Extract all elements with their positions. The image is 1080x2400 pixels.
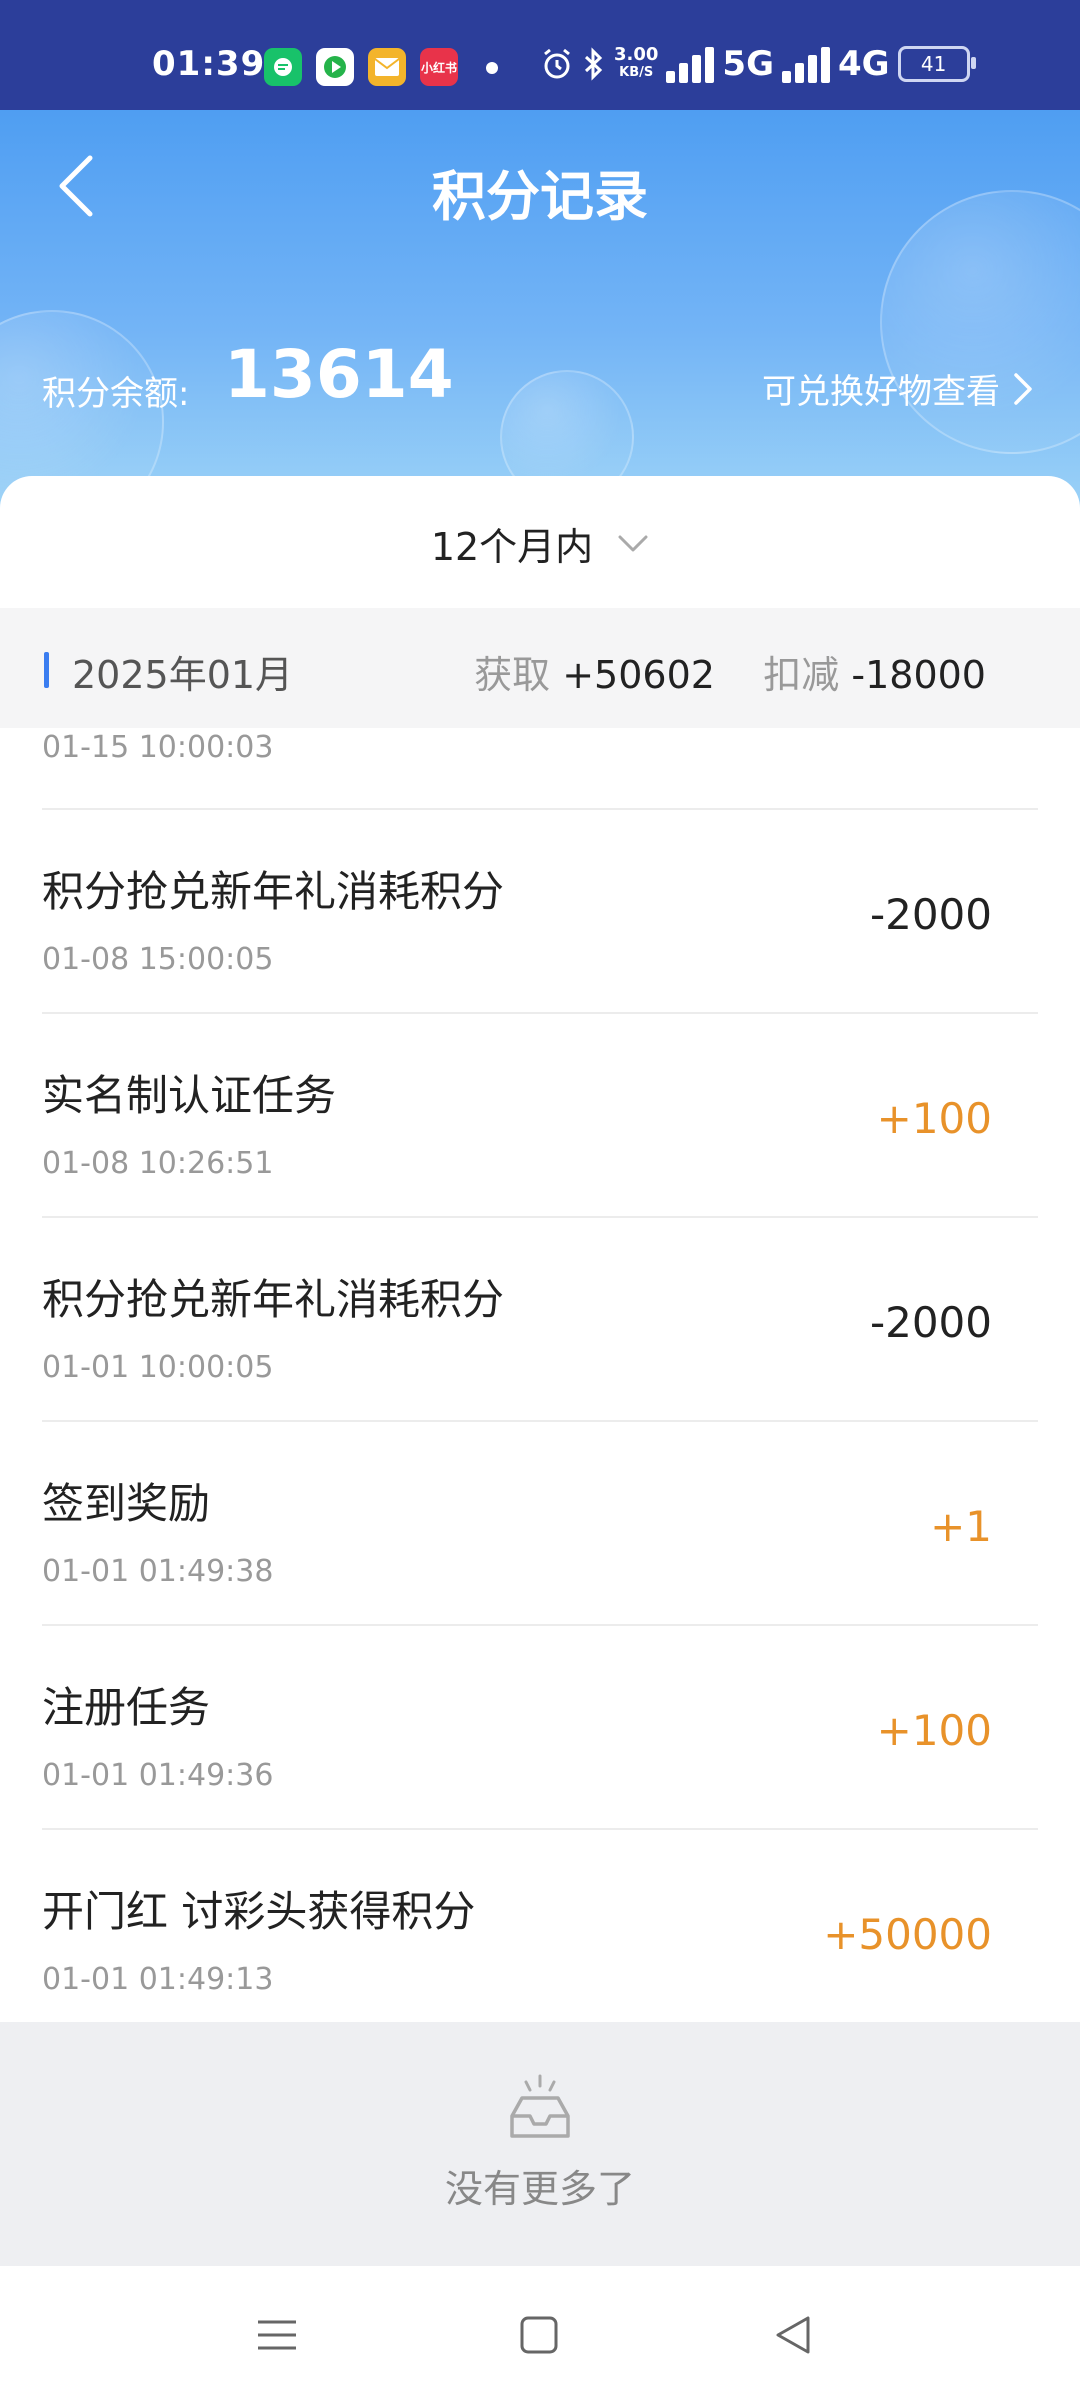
record-title: 开门红 讨彩头获得积分 — [42, 1887, 476, 1936]
record-time: 01-01 01:49:36 — [42, 1758, 274, 1793]
record-amount: -2000 — [869, 1298, 992, 1347]
net-speed: 3.00 KB/S — [614, 44, 659, 81]
record-title: 注册任务 — [42, 1683, 211, 1732]
record-item: 签到奖励 01-01 01:49:38 +1 — [42, 1420, 1038, 1624]
chevron-down-icon — [618, 535, 648, 551]
record-time: 01-01 10:00:05 — [42, 1350, 274, 1385]
more-notifications-dot — [486, 62, 498, 74]
nav-back-button[interactable] — [768, 2310, 818, 2360]
exchange-goods-label: 可兑换好物查看 — [762, 372, 1000, 412]
system-navigation-bar — [0, 2266, 1080, 2400]
chevron-right-icon — [1014, 372, 1032, 405]
record-time: 01-01 01:49:13 — [42, 1962, 274, 1997]
back-triangle-icon — [776, 2316, 810, 2354]
record-amount: +100 — [876, 1706, 992, 1755]
record-amount: +1 — [930, 1502, 992, 1551]
balance-value: 13614 — [224, 336, 454, 413]
time-range-label: 12个月内 — [430, 525, 594, 569]
home-square-icon — [520, 2316, 558, 2354]
month-summary-bar: 2025年01月 获取 +50602 扣减 -18000 — [0, 608, 1080, 728]
signal-bars-1-icon — [666, 45, 715, 83]
records-list: 积分抢兑新年礼消耗积分 01-08 15:00:05 -2000 实名制认证任务… — [0, 808, 1080, 2032]
partial-record-time: 01-15 10:00:03 — [42, 730, 274, 765]
time-range-filter[interactable]: 12个月内 — [0, 516, 1080, 571]
alarm-icon — [544, 48, 570, 79]
battery-icon: 41 — [897, 46, 976, 82]
record-item: 开门红 讨彩头获得积分 01-01 01:49:13 +50000 — [42, 1828, 1038, 2032]
bluetooth-icon — [584, 47, 603, 81]
video-app-icon — [316, 48, 354, 86]
no-more-footer: 没有更多了 — [0, 2022, 1080, 2266]
nav-menu-button[interactable] — [252, 2310, 302, 2360]
record-title: 签到奖励 — [42, 1479, 211, 1528]
chat-app-icon — [264, 48, 302, 86]
record-amount: +100 — [876, 1094, 992, 1143]
signal-bars-2-icon — [782, 45, 830, 83]
deduct-label: 扣减 — [763, 653, 840, 697]
record-title: 积分抢兑新年礼消耗积分 — [42, 1275, 505, 1324]
mail-app-icon — [368, 48, 406, 86]
record-title: 积分抢兑新年礼消耗积分 — [42, 867, 505, 916]
gain-value: +50602 — [562, 653, 715, 697]
record-item: 积分抢兑新年礼消耗积分 01-08 15:00:05 -2000 — [42, 808, 1038, 1012]
no-more-text: 没有更多了 — [444, 2167, 635, 2211]
record-item: 实名制认证任务 01-08 10:26:51 +100 — [42, 1012, 1038, 1216]
nav-home-button[interactable] — [514, 2310, 564, 2360]
status-time: 01:39 — [152, 44, 266, 84]
network-type-2: 4G — [838, 44, 890, 84]
status-bar: 01:39 小红书 3.00 KB/S 5G 4G 41 — [0, 0, 1080, 110]
exchange-goods-link[interactable]: 可兑换好物查看 — [762, 364, 1034, 413]
month-label: 2025年01月 — [72, 653, 294, 697]
record-item: 积分抢兑新年礼消耗积分 01-01 10:00:05 -2000 — [42, 1216, 1038, 1420]
page-title: 积分记录 — [432, 165, 648, 228]
record-time: 01-08 10:26:51 — [42, 1146, 274, 1181]
gain-label: 获取 — [474, 653, 551, 697]
deduct-value: -18000 — [851, 653, 986, 697]
balance-label: 积分余额: — [42, 374, 190, 414]
xiaohongshu-app-icon: 小红书 — [420, 48, 458, 86]
menu-icon — [258, 2320, 296, 2350]
record-time: 01-01 01:49:38 — [42, 1554, 274, 1589]
month-summary: 获取 +50602 扣减 -18000 — [474, 644, 986, 699]
record-amount: -2000 — [869, 890, 992, 939]
status-indicators: 3.00 KB/S 5G 4G 41 — [540, 44, 976, 84]
record-time: 01-08 15:00:05 — [42, 942, 274, 977]
points-header: 积分记录 积分余额: 13614 可兑换好物查看 — [0, 110, 1080, 510]
record-item: 注册任务 01-01 01:49:36 +100 — [42, 1624, 1038, 1828]
network-type-1: 5G — [722, 44, 774, 84]
notification-icons: 小红书 — [264, 48, 458, 86]
empty-box-icon — [510, 2074, 570, 2138]
record-amount: +50000 — [823, 1910, 992, 1959]
points-record-card: 12个月内 2025年01月 获取 +50602 扣减 -18000 01-15… — [0, 476, 1080, 2266]
month-accent-line — [44, 652, 49, 688]
record-title: 实名制认证任务 — [42, 1071, 337, 1120]
